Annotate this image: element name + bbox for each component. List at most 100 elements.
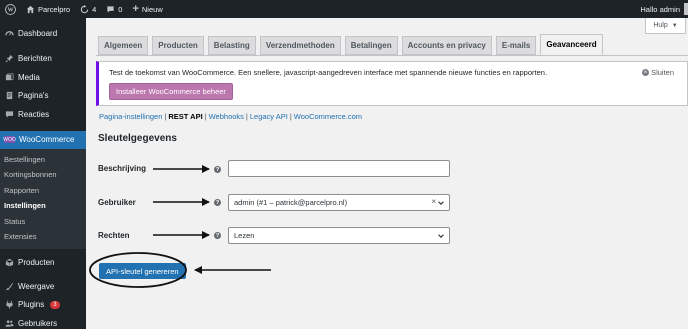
menu-item-plugins[interactable]: Plugins 3 xyxy=(0,296,86,313)
subnav-separator: | xyxy=(164,112,167,121)
menu-item-woocommerce[interactable]: WOO WooCommerce xyxy=(0,130,86,149)
menu-item-media[interactable]: Media xyxy=(0,69,86,86)
menu-item-label: Gebruikers xyxy=(18,318,58,328)
permissions-select-value: Lezen xyxy=(234,231,255,240)
generate-api-key-button[interactable]: API-sleutel genereren xyxy=(99,263,186,279)
dismiss-label: Sluiten xyxy=(651,68,674,77)
comment-icon xyxy=(4,109,14,119)
new-content-link[interactable]: + Nieuw xyxy=(127,0,167,18)
pin-icon xyxy=(4,54,14,64)
settings-tabs: Algemeen Producten Belasting Verzendmeth… xyxy=(98,34,603,55)
help-tip-icon[interactable]: ? xyxy=(214,166,221,173)
users-icon xyxy=(4,318,14,328)
section-title: Sleutelgegevens xyxy=(98,133,177,144)
menu-item-comments[interactable]: Reacties xyxy=(0,106,86,123)
help-label: Hulp xyxy=(653,22,668,29)
submenu-item-orders[interactable]: Bestellingen xyxy=(0,152,86,168)
subnav-woocommerce-com[interactable]: WooCommerce.com xyxy=(294,112,362,121)
menu-item-pages[interactable]: Pagina's xyxy=(0,87,86,104)
woocommerce-submenu: Bestellingen Kortingsbonnen Rapporten In… xyxy=(0,148,86,249)
advanced-subnav: Pagina-instellingen | REST API | Webhook… xyxy=(99,112,362,121)
tab-tax[interactable]: Belasting xyxy=(207,36,256,55)
comments-link[interactable]: 0 xyxy=(101,0,127,18)
admin-bar: W Parcelpro 4 0 + Nieuw Hallo admin xyxy=(0,0,688,18)
subnav-separator: | xyxy=(245,112,248,121)
permissions-label: Rechten xyxy=(98,231,130,240)
permissions-select[interactable]: Lezen xyxy=(228,227,450,244)
menu-item-appearance[interactable]: Weergave xyxy=(0,278,86,295)
tab-payments[interactable]: Betalingen xyxy=(344,36,398,55)
avatar[interactable] xyxy=(684,3,688,15)
help-tip-icon[interactable]: ? xyxy=(214,199,221,206)
description-label: Beschrijving xyxy=(98,164,147,173)
menu-item-products[interactable]: Producten xyxy=(0,254,86,271)
subnav-legacy-api[interactable]: Legacy API xyxy=(250,112,288,121)
plus-icon: + xyxy=(132,3,139,15)
svg-text:W: W xyxy=(7,7,13,13)
chevron-down-icon xyxy=(438,234,444,238)
subnav-page-setup[interactable]: Pagina-instellingen xyxy=(99,112,162,121)
submenu-item-extensions[interactable]: Extensies xyxy=(0,229,86,245)
tabs-divider xyxy=(96,55,688,56)
admin-sidebar: Dashboard Berichten Media Pagina's React… xyxy=(0,18,86,329)
subnav-separator: | xyxy=(204,112,207,121)
refresh-icon xyxy=(80,4,89,13)
clear-selection-icon[interactable]: × xyxy=(431,197,436,206)
description-input[interactable] xyxy=(228,160,450,177)
media-icon xyxy=(4,72,14,82)
caret-down-icon: ▼ xyxy=(671,22,678,29)
site-name-link[interactable]: Parcelpro xyxy=(21,0,75,18)
new-label: Nieuw xyxy=(141,4,163,14)
comments-count: 0 xyxy=(118,4,123,14)
home-icon xyxy=(26,5,35,13)
menu-item-label: Plugins xyxy=(18,300,45,309)
install-woocommerce-admin-button[interactable]: Installeer WooCommerce beheer xyxy=(109,83,233,100)
menu-item-dashboard[interactable]: Dashboard xyxy=(0,25,86,42)
brush-icon xyxy=(4,281,14,291)
wordpress-logo[interactable]: W xyxy=(0,0,21,18)
tab-advanced[interactable]: Geavanceerd xyxy=(540,34,603,55)
menu-item-label: WooCommerce xyxy=(19,135,75,144)
plug-icon xyxy=(4,300,14,310)
subnav-webhooks[interactable]: Webhooks xyxy=(209,112,244,121)
submenu-item-coupons[interactable]: Kortingsbonnen xyxy=(0,167,86,183)
subnav-separator: | xyxy=(289,112,292,121)
tab-general[interactable]: Algemeen xyxy=(98,36,149,55)
user-select-value: admin (#1 – patrick@parcelpro.nl) xyxy=(234,198,348,207)
wordpress-icon: W xyxy=(5,3,16,15)
menu-item-label: Media xyxy=(18,72,40,82)
menu-item-label: Pagina's xyxy=(18,91,49,100)
tab-accounts-privacy[interactable]: Accounts en privacy xyxy=(401,36,492,55)
menu-item-posts[interactable]: Berichten xyxy=(0,50,86,67)
box-icon xyxy=(4,257,14,267)
tab-products[interactable]: Producten xyxy=(152,36,204,55)
menu-item-label: Weergave xyxy=(18,281,55,291)
close-icon: × xyxy=(642,69,650,76)
dismiss-notice-button[interactable]: × Sluiten xyxy=(642,68,674,77)
tab-emails[interactable]: E-mails xyxy=(495,36,537,55)
site-name: Parcelpro xyxy=(38,4,71,14)
my-account-greeting[interactable]: Hallo admin xyxy=(640,5,684,14)
menu-item-label: Berichten xyxy=(18,54,52,63)
comment-icon xyxy=(107,5,114,13)
subnav-rest-api[interactable]: REST API xyxy=(168,112,202,121)
notice-text: Test de toekomst van WooCommerce. Een sn… xyxy=(109,68,548,77)
help-tip-icon[interactable]: ? xyxy=(214,232,221,239)
submenu-item-settings[interactable]: Instellingen xyxy=(0,198,86,214)
tab-shipping[interactable]: Verzendmethoden xyxy=(259,36,341,55)
menu-item-users[interactable]: Gebruikers xyxy=(0,315,86,329)
submenu-item-reports[interactable]: Rapporten xyxy=(0,183,86,199)
plugin-updates-badge: 3 xyxy=(50,300,60,309)
page-icon xyxy=(4,91,14,101)
help-tab-toggle[interactable]: Hulp ▼ xyxy=(645,18,686,34)
menu-item-label: Dashboard xyxy=(18,29,58,38)
chevron-down-icon xyxy=(438,201,444,205)
gauge-icon xyxy=(4,29,14,39)
woo-icon: WOO xyxy=(3,136,16,143)
woocommerce-admin-notice: Test de toekomst van WooCommerce. Een sn… xyxy=(96,61,688,106)
submenu-item-status[interactable]: Status xyxy=(0,214,86,230)
user-select[interactable]: admin (#1 – patrick@parcelpro.nl) × xyxy=(228,194,450,211)
updates-link[interactable]: 4 xyxy=(75,0,101,18)
user-label: Gebruiker xyxy=(98,198,136,207)
updates-count: 4 xyxy=(92,4,97,14)
